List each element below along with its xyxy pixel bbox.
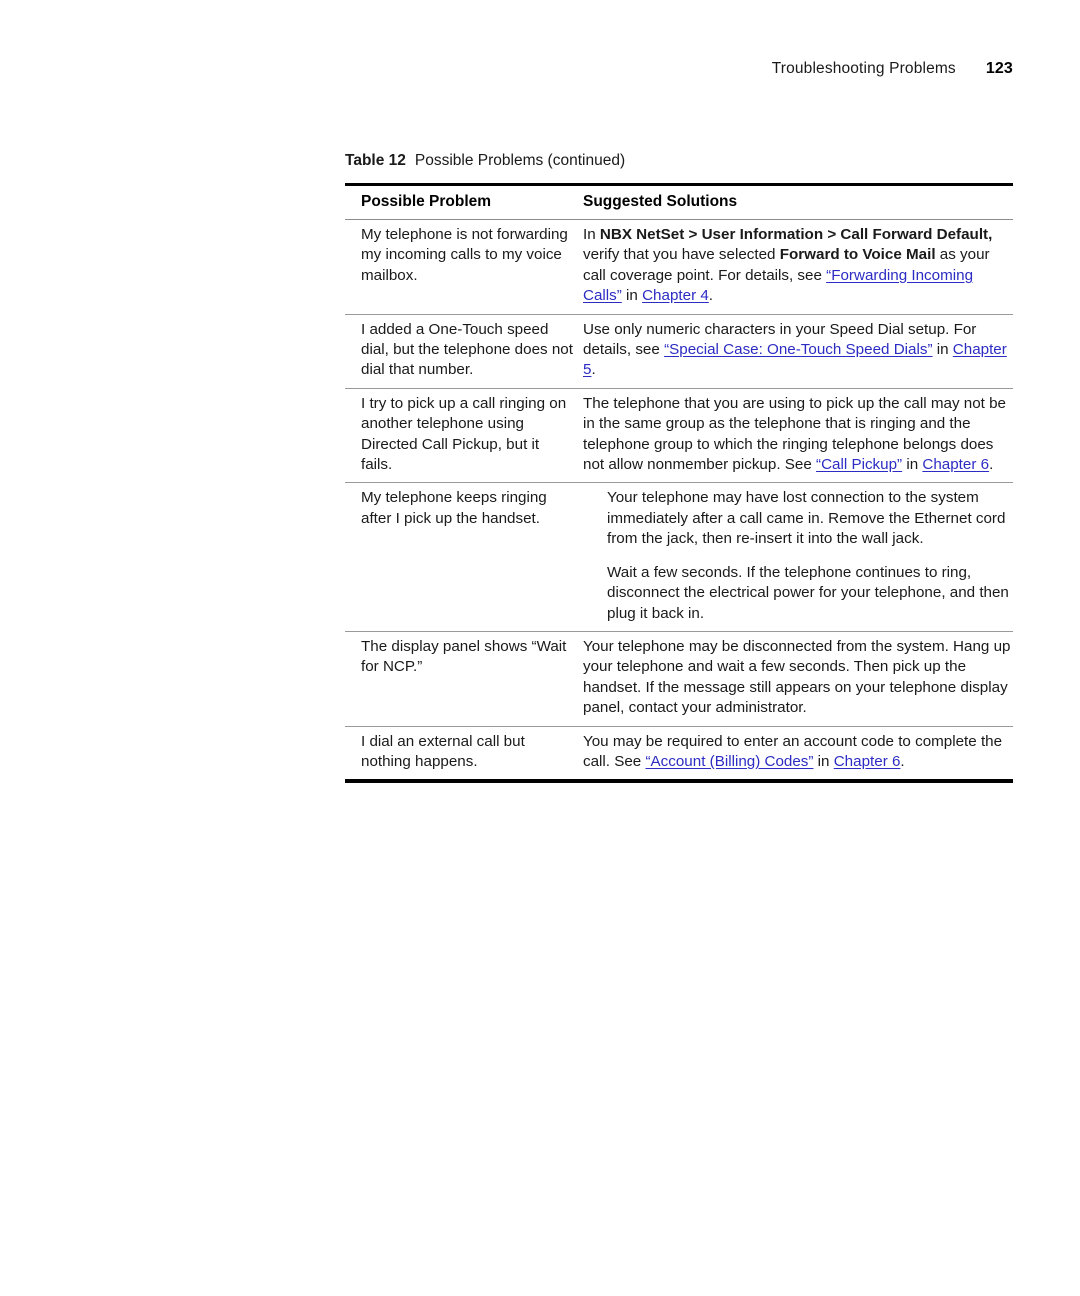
body-text: in (932, 341, 953, 359)
cell-suggested-solution: Your telephone may be disconnected from … (581, 631, 1013, 727)
body-text: Wait a few seconds. If the telephone con… (607, 563, 1009, 622)
table-body: My telephone is not forwarding my incomi… (345, 219, 1013, 784)
table-row: My telephone is not forwarding my incomi… (345, 219, 1013, 315)
table-caption-label: Table 12 (345, 152, 406, 169)
table-row: I dial an external call but nothing happ… (345, 726, 1013, 784)
cell-possible-problem: My telephone is not forwarding my incomi… (345, 219, 581, 315)
cell-possible-problem: My telephone keeps ringing after I pick … (345, 482, 581, 632)
body-text: . (989, 456, 994, 474)
emphasis-text: NBX NetSet > User Information > Call For… (599, 226, 993, 243)
solution-paragraph: In NBX NetSet > User Information > Call … (583, 225, 1011, 307)
column-header-suggested-solutions: Suggested Solutions (581, 183, 1013, 220)
possible-problems-table-block: Table 12 Possible Problems (continued) Po… (345, 152, 1013, 784)
cell-possible-problem: I try to pick up a call ringing on anoth… (345, 388, 581, 484)
body-text: in (621, 287, 643, 305)
body-text: Your telephone may have lost connection … (607, 489, 1006, 548)
problem-text: I added a One-Touch speed dial, but the … (361, 320, 573, 379)
emphasis-text: Forward to Voice Mail (779, 246, 936, 264)
cell-suggested-solution: You may be required to enter an account … (581, 726, 1013, 784)
solution-paragraph: The telephone that you are using to pick… (583, 394, 1011, 476)
cell-suggested-solution: The telephone that you are using to pick… (581, 388, 1013, 484)
table-row: I try to pick up a call ringing on anoth… (345, 388, 1013, 484)
table-row: I added a One-Touch speed dial, but the … (345, 314, 1013, 389)
page-number: 123 (985, 60, 1013, 77)
cross-reference-link[interactable]: Chapter 6 (922, 456, 989, 473)
problem-text: I dial an external call but nothing happ… (361, 732, 525, 770)
body-text: in (902, 456, 923, 474)
solution-paragraph: Use only numeric characters in your Spee… (583, 320, 1011, 381)
body-text: Your telephone may be disconnected from … (583, 637, 1011, 717)
cell-suggested-solution: Your telephone may have lost connection … (581, 482, 1013, 632)
table-caption: Table 12 Possible Problems (continued) (345, 152, 1013, 170)
cross-reference-link[interactable]: Chapter 4 (642, 287, 709, 304)
problem-text: I try to pick up a call ringing on anoth… (361, 394, 567, 474)
column-header-possible-problem: Possible Problem (345, 183, 581, 220)
solution-paragraph: You may be required to enter an account … (583, 732, 1011, 773)
body-text: verify that you have selected (583, 246, 780, 264)
running-head-title: Troubleshooting Problems (771, 60, 956, 77)
possible-problems-table: Possible Problem Suggested Solutions My … (345, 183, 1013, 784)
problem-text: My telephone keeps ringing after I pick … (361, 489, 547, 527)
cell-possible-problem: I added a One-Touch speed dial, but the … (345, 314, 581, 389)
cross-reference-link[interactable]: “Special Case: One-Touch Speed Dials” (664, 341, 932, 358)
body-text: In (583, 226, 600, 243)
cross-reference-link[interactable]: “Account (Billing) Codes” (645, 753, 813, 770)
problem-text: My telephone is not forwarding my incomi… (361, 226, 568, 284)
cell-suggested-solution: Use only numeric characters in your Spee… (581, 314, 1013, 389)
solution-paragraph: Your telephone may be disconnected from … (583, 637, 1011, 719)
solution-paragraph: Your telephone may have lost connection … (607, 488, 1011, 549)
table-row: My telephone keeps ringing after I pick … (345, 482, 1013, 632)
table-row: The display panel shows “Wait for NCP.” Y… (345, 631, 1013, 727)
cross-reference-link[interactable]: Chapter 6 (834, 753, 901, 770)
body-text: in (813, 752, 834, 770)
body-text: . (708, 287, 714, 305)
cross-reference-link[interactable]: “Call Pickup” (816, 456, 902, 473)
table-head: Possible Problem Suggested Solutions (345, 183, 1013, 220)
body-text: . (900, 752, 905, 770)
solution-paragraph: Wait a few seconds. If the telephone con… (607, 563, 1011, 624)
cell-suggested-solution: In NBX NetSet > User Information > Call … (581, 219, 1013, 315)
cell-possible-problem: The display panel shows “Wait for NCP.” (345, 631, 581, 727)
body-text: . (591, 361, 596, 379)
cell-possible-problem: I dial an external call but nothing happ… (345, 726, 581, 784)
running-head: Troubleshooting Problems 123 (345, 60, 1013, 78)
table-caption-text: Possible Problems (continued) (414, 152, 626, 169)
problem-text: The display panel shows “Wait for NCP.” (361, 637, 567, 676)
table-header-row: Possible Problem Suggested Solutions (345, 183, 1013, 220)
